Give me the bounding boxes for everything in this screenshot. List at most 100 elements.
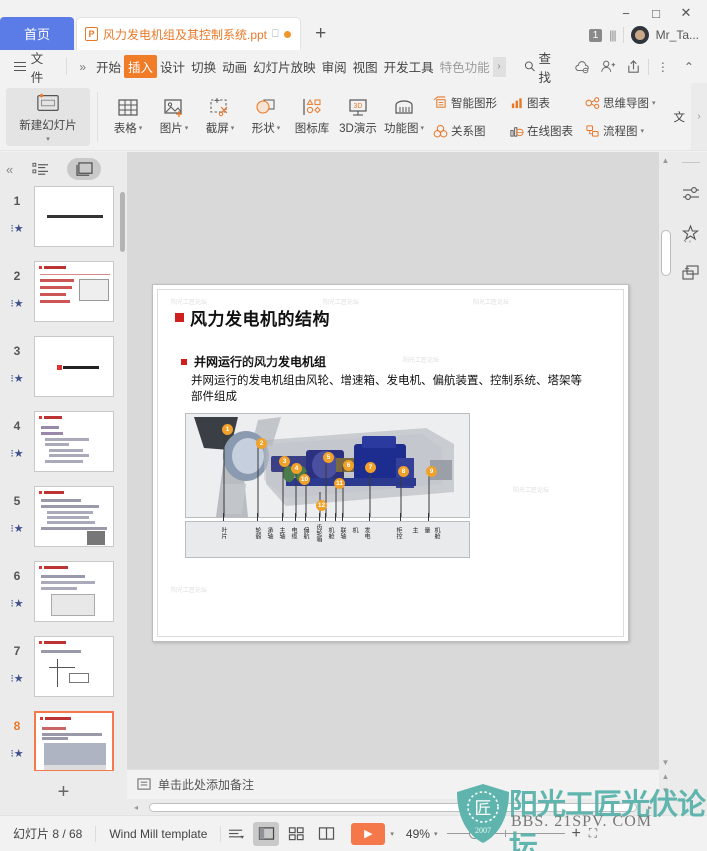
zoom-slider-handle[interactable]: [469, 828, 481, 839]
collapse-ribbon-icon[interactable]: ⌃: [677, 56, 701, 78]
new-slide-button[interactable]: 新建幻灯片 ▾: [6, 87, 90, 146]
slide-counter[interactable]: 幻灯片 8 / 68: [0, 825, 95, 842]
list-item[interactable]: 6 ⁝★: [0, 561, 127, 635]
scroll-down-icon[interactable]: ▼: [660, 786, 671, 795]
chart-button[interactable]: 图表: [503, 89, 579, 117]
previous-slide-icon[interactable]: ▼: [660, 758, 671, 767]
tab-insert[interactable]: 插入: [124, 55, 158, 78]
slide-animation-star-icon[interactable]: ⁝★: [10, 672, 23, 685]
canvas-vertical-scrollbar[interactable]: ▲ ▼ ▲ ▼: [659, 152, 674, 815]
slide-body-text[interactable]: 并网运行的发电机组由风轮、增速箱、发电机、偏航装置、控制系统、塔架等部件组成: [191, 373, 591, 405]
more-icon[interactable]: ⋮: [651, 56, 675, 78]
start-slideshow-button[interactable]: ▶: [351, 822, 386, 845]
caret-down-icon[interactable]: ▾: [185, 124, 189, 132]
maximize-button[interactable]: □: [641, 2, 671, 24]
caret-down-icon[interactable]: ▾: [139, 124, 143, 132]
diagram-legend[interactable]: 叶片 轮毂 承轴 主轴 电缆 偏航 齿轮箱 机舱 联轴 机 发电 柜控 主 量 …: [185, 521, 470, 558]
caret-down-icon[interactable]: ▾: [652, 99, 656, 107]
list-item[interactable]: 4 ⁝★: [0, 411, 127, 485]
export-icon[interactable]: [622, 56, 646, 78]
document-tab[interactable]: P 风力发电机组及其控制系统.ppt ⎕: [76, 17, 301, 50]
menu-scroll-next-icon[interactable]: ›: [492, 56, 506, 77]
layers-icon[interactable]: [679, 261, 703, 285]
tab-features[interactable]: 特色功能: [437, 54, 493, 79]
zoom-caret-icon[interactable]: ▾: [434, 830, 438, 838]
list-item[interactable]: 8 ⁝★: [0, 711, 127, 771]
properties-icon[interactable]: [679, 181, 703, 205]
avatar[interactable]: [630, 26, 649, 44]
caret-down-icon[interactable]: ▾: [420, 124, 424, 132]
file-menu-button[interactable]: 文件: [6, 48, 61, 86]
zoom-slider[interactable]: [447, 826, 566, 842]
tab-developer[interactable]: 开发工具: [381, 54, 437, 79]
thumbnail-image[interactable]: [34, 486, 114, 547]
thumbnail-image[interactable]: [34, 336, 114, 397]
insert-picture-button[interactable]: 图片 ▾: [151, 89, 197, 145]
list-item[interactable]: 3 ⁝★: [0, 336, 127, 410]
ribbon-overflow-next-icon[interactable]: ›: [691, 83, 707, 150]
vertical-scroll-thumb[interactable]: [661, 230, 671, 276]
canvas-horizontal-scrollbar[interactable]: ◂ ▸: [127, 799, 659, 815]
slide-animation-star-icon[interactable]: ⁝★: [10, 372, 23, 385]
thumbnail-image[interactable]: [34, 411, 114, 472]
scroll-right-icon[interactable]: ▸: [641, 803, 659, 812]
icon-library-button[interactable]: 图标库: [289, 89, 335, 145]
caret-down-icon[interactable]: ▾: [641, 127, 645, 135]
thumbnail-image-selected[interactable]: [34, 711, 114, 771]
slideshow-caret-icon[interactable]: ▾: [390, 830, 394, 838]
effects-icon[interactable]: [679, 221, 703, 245]
caret-down-icon[interactable]: ▾: [231, 124, 235, 132]
share-user-icon[interactable]: [596, 56, 620, 78]
screenshot-button[interactable]: 截屏 ▾: [197, 89, 243, 145]
notes-pane[interactable]: 单击此处添加备注: [127, 769, 659, 799]
slide-animation-star-icon[interactable]: ⁝★: [10, 222, 23, 235]
paragraph-icon[interactable]: [223, 822, 249, 846]
slide-sorter-button[interactable]: [283, 822, 309, 846]
panel-toggle-icon[interactable]: |||: [609, 28, 616, 42]
tab-slideshow[interactable]: 幻灯片放映: [250, 54, 319, 79]
thumbnail-image[interactable]: [34, 186, 114, 247]
function-chart-button[interactable]: 功能图 ▾: [381, 89, 427, 145]
slide-title[interactable]: 风力发电机的结构: [175, 305, 330, 330]
reading-view-button[interactable]: [313, 822, 339, 846]
collapse-panel-icon[interactable]: «: [6, 162, 13, 177]
turbine-diagram[interactable]: 1 2 3 4 5 6 7 8 9 10 11 12: [185, 413, 470, 518]
thumbnail-scrollbar[interactable]: [120, 192, 125, 252]
list-item[interactable]: 7 ⁝★: [0, 636, 127, 710]
user-name-label[interactable]: Mr_Ta...: [656, 28, 699, 42]
zoom-in-button[interactable]: +: [571, 825, 580, 843]
slide-animation-star-icon[interactable]: ⁝★: [10, 747, 23, 760]
tab-design[interactable]: 设计: [157, 54, 188, 79]
add-slide-button[interactable]: +: [0, 775, 127, 809]
close-button[interactable]: ✕: [671, 2, 701, 24]
tab-animation[interactable]: 动画: [219, 54, 250, 79]
slides-view-icon[interactable]: [67, 158, 102, 180]
smartart-button[interactable]: 智能图形: [427, 89, 503, 117]
3d-presentation-button[interactable]: 3D 3D演示: [335, 89, 381, 145]
insert-table-button[interactable]: 表格 ▾: [105, 89, 151, 145]
tab-start[interactable]: 开始: [93, 54, 124, 79]
relation-chart-button[interactable]: 关系图: [427, 117, 503, 145]
notification-badge[interactable]: 1: [588, 28, 603, 42]
caret-down-icon[interactable]: ▾: [277, 124, 281, 132]
list-item[interactable]: 1 ⁝★: [0, 186, 127, 260]
home-tab[interactable]: 首页: [0, 17, 74, 50]
online-chart-button[interactable]: 在线图表: [503, 117, 579, 145]
scroll-left-icon[interactable]: ◂: [127, 803, 145, 812]
next-slide-icon[interactable]: ▲: [660, 772, 671, 781]
template-name[interactable]: Wind Mill template: [96, 827, 220, 841]
new-tab-button[interactable]: +: [301, 17, 341, 50]
tab-view[interactable]: 视图: [350, 54, 381, 79]
scroll-up-icon[interactable]: ▲: [660, 156, 671, 165]
list-item[interactable]: 5 ⁝★: [0, 486, 127, 560]
thumbnail-image[interactable]: [34, 561, 114, 622]
slide-animation-star-icon[interactable]: ⁝★: [10, 447, 23, 460]
fit-icon[interactable]: ⛶: [589, 826, 597, 841]
normal-view-button[interactable]: [253, 821, 280, 846]
insert-shape-button[interactable]: 形状 ▾: [243, 89, 289, 145]
textbox-button[interactable]: 文: [668, 103, 692, 131]
find-button[interactable]: 查找: [518, 48, 568, 86]
flowchart-button[interactable]: 流程图 ▾: [579, 117, 662, 145]
zoom-level-label[interactable]: 49%: [406, 827, 430, 841]
outline-view-icon[interactable]: [23, 158, 57, 180]
